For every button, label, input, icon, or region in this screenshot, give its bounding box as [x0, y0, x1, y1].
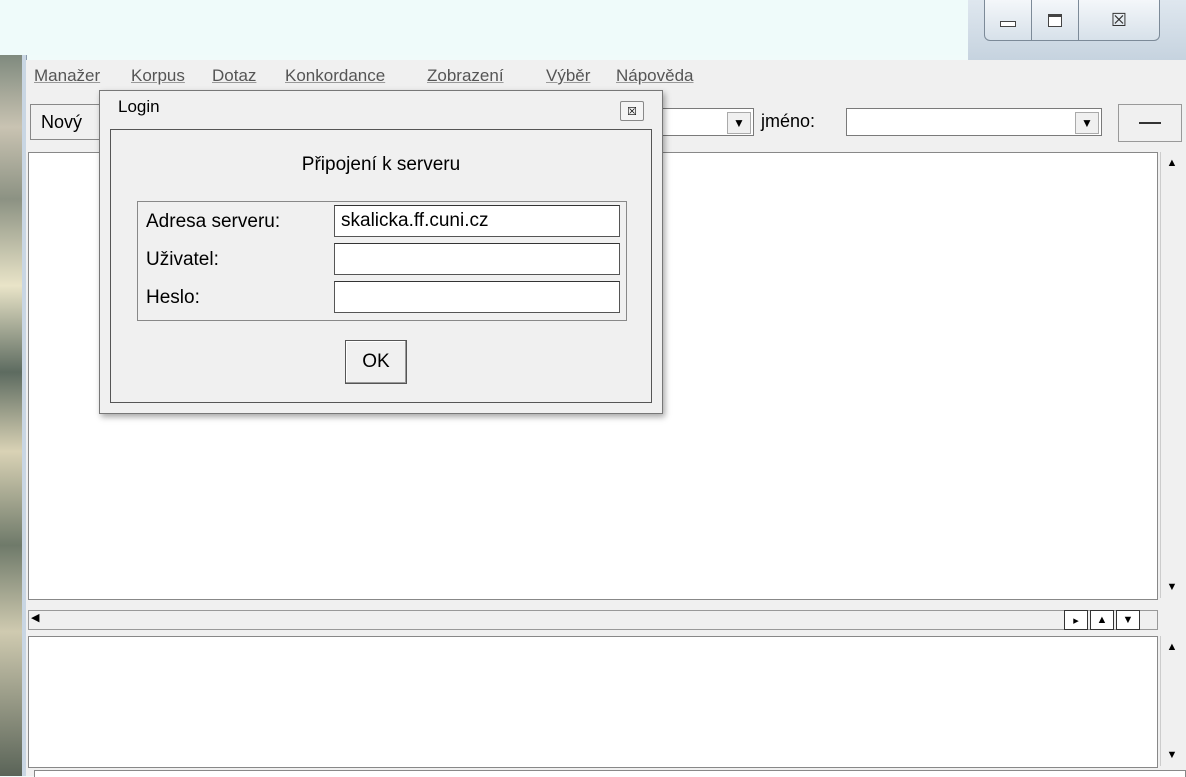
- name-combo[interactable]: ▼: [846, 108, 1102, 136]
- minimize-icon: [1000, 21, 1016, 27]
- detail-pane[interactable]: [28, 636, 1158, 768]
- menu-napoveda[interactable]: Nápověda: [616, 66, 694, 86]
- user-label: Uživatel:: [146, 249, 219, 270]
- maximize-button[interactable]: [1031, 0, 1079, 41]
- scroll-right-icon[interactable]: ▸: [1064, 610, 1088, 630]
- dash-icon: [1139, 122, 1161, 124]
- detail-vertical-scrollbar[interactable]: ▲ ▼: [1160, 636, 1183, 766]
- scroll-up-icon[interactable]: ▲: [1161, 154, 1183, 172]
- ok-button-label: OK: [362, 351, 390, 372]
- menubar: Manažer Korpus Dotaz Konkordance Zobraze…: [26, 66, 1186, 88]
- menu-konkordance[interactable]: Konkordance: [285, 66, 385, 86]
- name-label: jméno:: [761, 111, 816, 131]
- dialog-titlebar: Login ☒: [100, 91, 662, 125]
- dialog-heading: Připojení k serveru: [301, 154, 461, 175]
- menu-korpus[interactable]: Korpus: [131, 66, 185, 86]
- close-icon: ☒: [627, 105, 637, 118]
- toolbar-extra-button[interactable]: [1118, 104, 1182, 142]
- chevron-down-icon[interactable]: ▼: [1075, 112, 1099, 134]
- scroll-left-icon[interactable]: ◀: [31, 611, 39, 624]
- server-label: Adresa serveru:: [146, 211, 281, 232]
- ok-button[interactable]: OK: [345, 340, 407, 384]
- desktop-wallpaper-strip: [0, 55, 22, 776]
- new-button-label: Nový: [41, 111, 83, 132]
- username-field[interactable]: [334, 243, 620, 275]
- chevron-down-icon[interactable]: ▼: [727, 112, 751, 134]
- move-down-icon[interactable]: ▼: [1116, 610, 1140, 630]
- server-row: Adresa serveru: skalicka.ff.cuni.cz: [138, 202, 626, 238]
- results-horizontal-scrollbar[interactable]: ◀: [28, 610, 1158, 630]
- password-label: Heslo:: [146, 287, 200, 308]
- menu-dotaz[interactable]: Dotaz: [212, 66, 256, 86]
- close-icon: ☒: [1110, 9, 1128, 30]
- results-vertical-scrollbar[interactable]: ▲ ▼: [1160, 152, 1183, 598]
- pane-navigation: ▸ ▲ ▼: [1062, 610, 1156, 630]
- server-address-field[interactable]: skalicka.ff.cuni.cz: [334, 205, 620, 237]
- password-row: Heslo:: [138, 278, 626, 314]
- menu-zobrazeni[interactable]: Zobrazení: [427, 66, 504, 86]
- move-up-icon[interactable]: ▲: [1090, 610, 1114, 630]
- scroll-up-icon[interactable]: ▲: [1161, 638, 1183, 656]
- password-field[interactable]: [334, 281, 620, 313]
- dialog-close-button[interactable]: ☒: [620, 101, 644, 121]
- close-button[interactable]: ☒: [1078, 0, 1160, 41]
- scroll-down-icon[interactable]: ▼: [1161, 578, 1183, 596]
- maximize-icon: [1048, 13, 1062, 27]
- dialog-body: Připojení k serveru Adresa serveru: skal…: [110, 129, 652, 403]
- menu-manazer[interactable]: Manažer: [34, 66, 100, 86]
- desktop-background: [0, 0, 968, 55]
- scroll-down-icon[interactable]: ▼: [1161, 746, 1183, 764]
- login-dialog: Login ☒ Připojení k serveru Adresa serve…: [99, 90, 663, 414]
- dialog-title: Login: [118, 97, 160, 116]
- menu-vyber[interactable]: Výběr: [546, 66, 590, 86]
- login-form: Adresa serveru: skalicka.ff.cuni.cz Uživ…: [137, 201, 627, 321]
- minimize-button[interactable]: [984, 0, 1032, 41]
- new-button[interactable]: Nový: [30, 104, 102, 140]
- user-row: Uživatel:: [138, 240, 626, 276]
